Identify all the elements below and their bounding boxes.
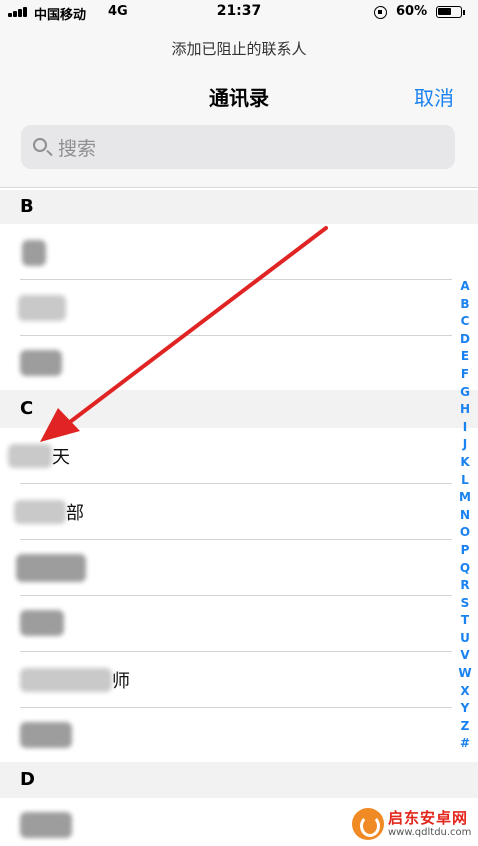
contact-row[interactable] [0, 540, 452, 596]
index-letter[interactable]: Z [456, 718, 474, 736]
index-letter[interactable]: N [456, 507, 474, 525]
alphabet-index[interactable]: A B C D E F G H I J K L M N O P Q R S T U V W X Y Z # [456, 278, 474, 753]
redaction-blur [20, 722, 72, 748]
index-letter[interactable]: # [456, 735, 474, 753]
contact-row[interactable]: 师 [0, 652, 452, 708]
index-letter[interactable]: R [456, 577, 474, 595]
index-letter[interactable]: Q [456, 560, 474, 578]
index-letter[interactable]: W [456, 665, 474, 683]
watermark-url: www.qdltdu.com [388, 827, 472, 838]
contact-name: 师 [112, 671, 130, 692]
contact-row[interactable] [0, 596, 452, 652]
index-letter[interactable]: A [456, 278, 474, 296]
search-placeholder: 搜索 [58, 138, 97, 160]
redaction-blur [14, 500, 66, 524]
rotation-lock-icon [374, 6, 387, 19]
status-bar: 中国移动 4G 21:37 60% [0, 0, 478, 24]
contact-row[interactable] [0, 280, 452, 336]
index-letter[interactable]: L [456, 472, 474, 490]
index-letter[interactable]: H [456, 401, 474, 419]
index-letter[interactable]: O [456, 524, 474, 542]
header-prompt: 添加已阻止的联系人 [171, 40, 307, 58]
index-letter[interactable]: I [456, 419, 474, 437]
section-header-b: B [0, 190, 478, 224]
index-letter[interactable]: J [456, 436, 474, 454]
redaction-blur [20, 610, 64, 636]
watermark-logo-icon [352, 808, 384, 840]
navigation-header: 添加已阻止的联系人 通讯录 取消 搜索 [0, 24, 478, 188]
index-letter[interactable]: D [456, 331, 474, 349]
section-header-d: D [0, 762, 478, 798]
redaction-blur [22, 240, 46, 266]
search-bar[interactable]: 搜索 [21, 125, 455, 169]
index-letter[interactable]: B [456, 296, 474, 314]
search-icon [33, 138, 47, 152]
index-letter[interactable]: K [456, 454, 474, 472]
contact-row[interactable]: 天 [0, 428, 452, 484]
section-header-c: C [0, 390, 478, 428]
contact-name: 天 [52, 447, 70, 468]
page-title: 通讯录 [209, 86, 269, 110]
index-letter[interactable]: X [456, 683, 474, 701]
index-letter[interactable]: E [456, 348, 474, 366]
index-letter[interactable]: F [456, 366, 474, 384]
index-letter[interactable]: U [456, 630, 474, 648]
index-letter[interactable]: P [456, 542, 474, 560]
contact-row[interactable]: 部 [0, 484, 452, 540]
watermark: 启东安卓网 www.qdltdu.com [352, 806, 474, 842]
index-letter[interactable]: T [456, 612, 474, 630]
battery-icon [436, 6, 462, 18]
cancel-button[interactable]: 取消 [414, 82, 454, 111]
battery-percent: 60% [396, 4, 428, 19]
index-letter[interactable]: G [456, 384, 474, 402]
redaction-blur [18, 295, 66, 321]
contact-name: 部 [66, 503, 84, 524]
contact-row[interactable] [0, 336, 452, 390]
battery-level-fill [438, 8, 451, 15]
index-letter[interactable]: V [456, 647, 474, 665]
redaction-blur [8, 444, 52, 468]
index-letter[interactable]: Y [456, 700, 474, 718]
index-letter[interactable]: C [456, 313, 474, 331]
redaction-blur [20, 812, 72, 838]
redaction-blur [20, 668, 112, 692]
index-letter[interactable]: S [456, 595, 474, 613]
redaction-blur [16, 554, 86, 582]
redaction-blur [20, 350, 62, 376]
battery-tip [463, 10, 465, 15]
watermark-name: 启东安卓网 [388, 809, 469, 827]
index-letter[interactable]: M [456, 489, 474, 507]
contact-row[interactable] [0, 224, 452, 280]
contact-row[interactable] [0, 708, 452, 762]
